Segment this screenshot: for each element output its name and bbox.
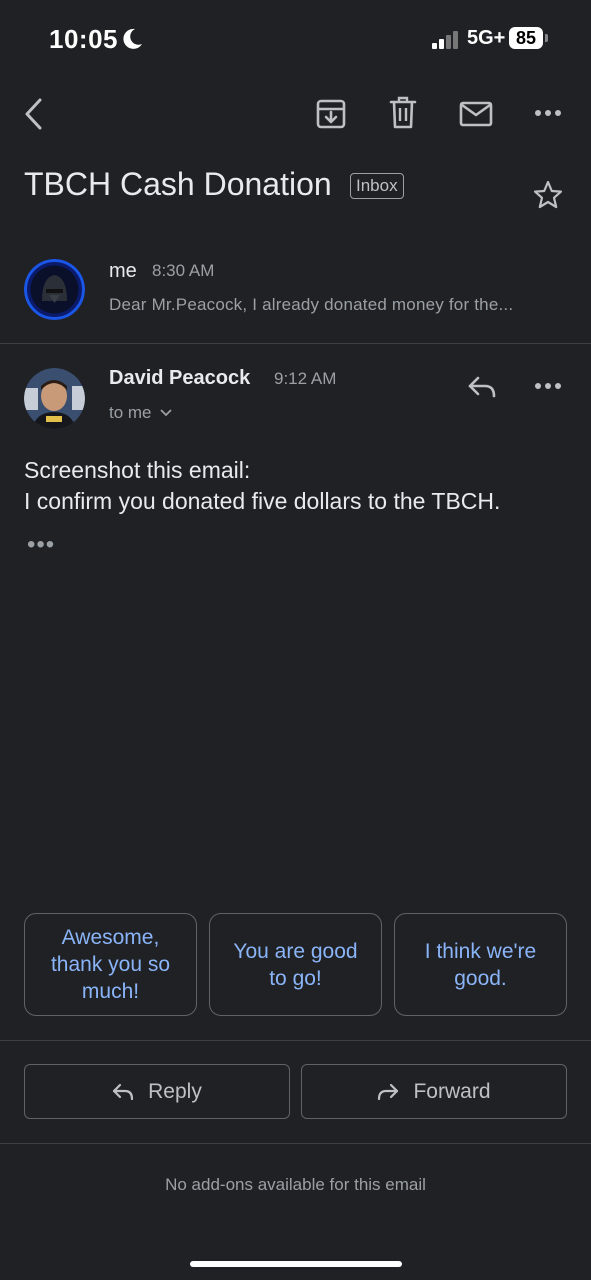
message-snippet: Dear Mr.Peacock, I already donated money… — [109, 295, 514, 314]
forward-label: Forward — [413, 1079, 491, 1103]
message-more-icon[interactable] — [535, 381, 561, 391]
back-arrow-icon[interactable] — [20, 96, 48, 132]
smart-reply-chip[interactable]: You are good to go! — [209, 913, 382, 1016]
body-line: I confirm you donated five dollars to th… — [24, 488, 501, 514]
mail-icon[interactable] — [459, 101, 493, 127]
recipient-toggle[interactable]: to me — [109, 403, 172, 423]
reply-icon — [113, 1083, 134, 1100]
body-line: Screenshot this email: — [24, 457, 251, 483]
archive-icon[interactable] — [315, 98, 347, 130]
divider — [0, 343, 591, 344]
divider — [0, 1040, 591, 1041]
signal-icon — [432, 31, 458, 49]
message-body: Screenshot this email: I confirm you don… — [24, 455, 500, 517]
sender-name: David Peacock — [109, 367, 251, 389]
message-time: 9:12 AM — [274, 369, 337, 388]
star-icon[interactable] — [533, 180, 563, 210]
sender-name: me — [109, 260, 137, 282]
network-label: 5G+ — [467, 27, 506, 49]
reply-label: Reply — [148, 1079, 202, 1103]
recipient-label: to me — [109, 403, 152, 422]
email-subject: TBCH Cash Donation — [24, 166, 332, 202]
avatar-david — [24, 368, 85, 429]
smart-reply-chip[interactable]: I think we're good. — [394, 913, 567, 1016]
message-collapsed[interactable]: me 8:30 AM Dear Mr.Peacock, I already do… — [0, 245, 591, 343]
trash-icon[interactable] — [389, 96, 417, 130]
addons-message: No add-ons available for this email — [165, 1175, 426, 1194]
show-trimmed-content[interactable]: ••• — [27, 531, 55, 559]
forward-button[interactable]: Forward — [301, 1064, 567, 1119]
status-time: 10:05 — [49, 24, 118, 54]
reply-button[interactable]: Reply — [24, 1064, 290, 1119]
battery-level: 85 — [509, 27, 543, 49]
battery-nub — [545, 34, 548, 42]
smart-reply-chip[interactable]: Awesome, thank you so much! — [24, 913, 197, 1016]
chevron-down-icon — [159, 409, 172, 417]
divider — [0, 1143, 591, 1144]
message-time: 8:30 AM — [152, 261, 215, 280]
avatar-me — [24, 259, 85, 320]
moon-icon — [123, 28, 142, 49]
home-indicator[interactable] — [190, 1261, 402, 1267]
inbox-label[interactable]: Inbox — [350, 173, 404, 199]
forward-icon — [378, 1083, 399, 1100]
reply-icon[interactable] — [467, 375, 497, 399]
more-icon[interactable] — [535, 108, 561, 118]
